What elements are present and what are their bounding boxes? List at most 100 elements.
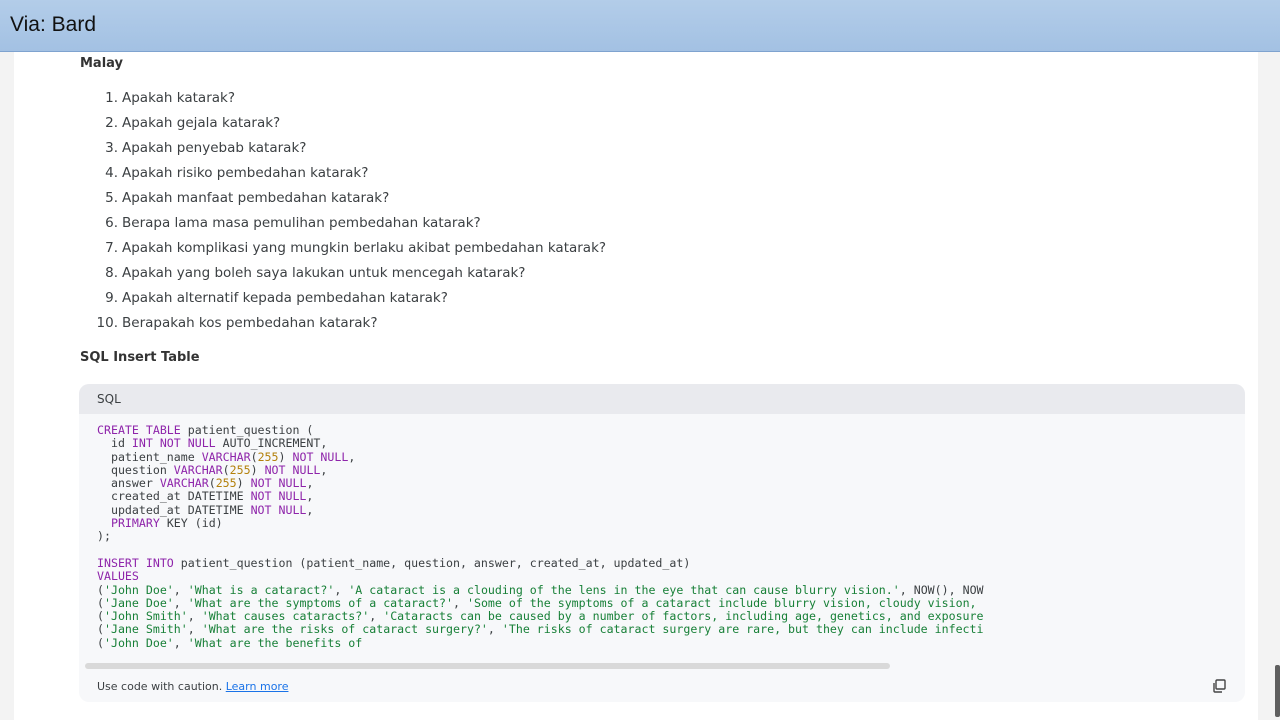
list-item: 8. Apakah yang boleh saya lakukan untuk m… (80, 261, 606, 286)
code-token: , (306, 489, 314, 504)
code-token: 'John Doe' (103, 582, 174, 597)
code-token: KEY (id) (159, 516, 223, 531)
code-token: 'What are the symptoms of a cataract?' (187, 595, 454, 610)
malay-heading: Malay (80, 56, 124, 71)
code-token: , (348, 449, 356, 464)
code-block: SQL CREATE TABLE patient_question ( id I… (79, 384, 1245, 702)
code-token: ( (97, 609, 104, 624)
code-token: 'Cataracts can be caused by a number of … (383, 609, 984, 624)
code-token: VALUES (97, 569, 139, 584)
code-token: ) (278, 449, 293, 464)
code-token: 'What are the benefits of (187, 635, 363, 650)
code-line: answer VARCHAR(255) NOT NULL, (97, 476, 313, 490)
list-item: 6. Berapa lama masa pemulihan pembedahan … (80, 211, 606, 236)
code-token: 'John Smith' (103, 609, 188, 624)
code-token: NOT NULL (292, 449, 349, 464)
list-item: 5. Apakah manfaat pembedahan katarak? (80, 186, 606, 211)
list-number: 5. (105, 190, 118, 206)
code-token: , NOW(), NOW (899, 582, 984, 597)
code-line: ('John Doe', 'What is a cataract?', 'A c… (97, 583, 984, 597)
copy-icon-svg (1213, 679, 1226, 693)
code-line: patient_name VARCHAR(255) NOT NULL, (97, 450, 355, 464)
code-token: ( (208, 476, 216, 491)
code-token: answer (97, 476, 160, 491)
code-token: , (320, 462, 328, 477)
code-line: ('Jane Smith', 'What are the risks of ca… (97, 622, 984, 636)
code-token: NOT NULL (264, 462, 321, 477)
learn-more-link[interactable]: Learn more (226, 680, 289, 693)
question-list: 1. Apakah katarak? 2. Apakah gejala katara… (80, 86, 607, 336)
list-text: Apakah katarak? (122, 90, 236, 106)
copy-icon[interactable] (1211, 678, 1227, 694)
code-token: ( (97, 595, 104, 610)
list-number: 2. (105, 115, 118, 131)
list-item: 4. Apakah risiko pembedahan katarak? (80, 161, 606, 186)
code-token: , (306, 502, 314, 517)
code-token: , (187, 622, 202, 637)
list-number: 9. (105, 290, 118, 306)
list-number: 10. (96, 315, 118, 331)
code-token: 255 (257, 449, 279, 464)
code-token: ( (222, 462, 230, 477)
horizontal-scrollbar-thumb[interactable] (85, 663, 890, 669)
code-token: , (173, 595, 188, 610)
sql-heading: SQL Insert Table (80, 350, 200, 365)
code-token: VARCHAR (159, 476, 209, 491)
code-line: ('John Doe', 'What are the benefits of (97, 636, 362, 650)
code-token: 255 (229, 462, 251, 477)
code-line: ); (97, 529, 111, 543)
caution-label: Use code with caution. (97, 680, 223, 693)
code-token: 'John Doe' (103, 635, 174, 650)
code-line: ('John Smith', 'What causes cataracts?',… (97, 609, 984, 623)
list-text: Apakah komplikasi yang mungkin berlaku a… (122, 240, 607, 256)
list-number: 4. (105, 165, 118, 181)
code-token: , (306, 476, 314, 491)
code-token: , (334, 582, 349, 597)
list-number: 7. (105, 240, 118, 256)
vertical-scrollbar-thumb[interactable] (1275, 665, 1280, 717)
code-token: 'The risks of cataract surgery are rare,… (501, 622, 984, 637)
code-line: PRIMARY KEY (id) (97, 516, 223, 530)
code-token: VARCHAR (173, 462, 223, 477)
code-token: NOT NULL (250, 502, 307, 517)
code-line: id INT NOT NULL AUTO_INCREMENT, (97, 436, 327, 450)
title-bar: Via: Bard (0, 0, 1280, 52)
code-line: created_at DATETIME NOT NULL, (97, 489, 313, 503)
chat-response: Malay 1. Apakah katarak? 2. Apakah gejala … (14, 52, 1258, 720)
code-token: patient_question (patient_name, question… (173, 555, 691, 570)
code-token: , (487, 622, 502, 637)
code-line: ('Jane Doe', 'What are the symptoms of a… (97, 596, 977, 610)
list-text: Apakah yang boleh saya lakukan untuk men… (122, 265, 526, 281)
code-token: ) (250, 462, 265, 477)
code-token: , (187, 609, 202, 624)
list-number: 3. (105, 140, 118, 156)
code-token: id (97, 436, 132, 451)
code-line: updated_at DATETIME NOT NULL, (97, 503, 313, 517)
list-text: Apakah alternatif kepada pembedahan kata… (122, 290, 448, 306)
list-text: Berapakah kos pembedahan katarak? (122, 315, 378, 331)
code-token: patient_name (97, 449, 202, 464)
list-item: 3. Apakah penyebab katarak? (80, 136, 606, 161)
list-text: Apakah manfaat pembedahan katarak? (122, 190, 390, 206)
code-language-label: SQL (97, 392, 121, 406)
code-line: INSERT INTO patient_question (patient_na… (97, 556, 690, 570)
code-token: created_at DATETIME (97, 489, 251, 504)
code-block-header: SQL (79, 384, 1245, 414)
list-item: 10. Berapakah kos pembedahan katarak? (80, 311, 606, 336)
code-token: ( (250, 449, 258, 464)
window-title: Via: Bard (10, 13, 96, 36)
code-content[interactable]: CREATE TABLE patient_question ( id INT N… (97, 423, 984, 650)
list-text: Apakah risiko pembedahan katarak? (122, 165, 369, 181)
code-token: , (173, 582, 188, 597)
code-token: updated_at DATETIME (97, 502, 251, 517)
code-line: CREATE TABLE patient_question ( (97, 423, 313, 437)
code-token: 'Jane Doe' (103, 595, 174, 610)
code-token: patient_question ( (180, 423, 314, 437)
code-token: PRIMARY (110, 516, 160, 531)
list-text: Apakah gejala katarak? (122, 115, 281, 131)
code-token: ( (97, 635, 104, 650)
code-token: ); (97, 529, 111, 544)
code-token: 'What are the risks of cataract surgery?… (201, 622, 488, 637)
code-token: 255 (215, 476, 237, 491)
code-token: 'What is a cataract?' (187, 582, 335, 597)
